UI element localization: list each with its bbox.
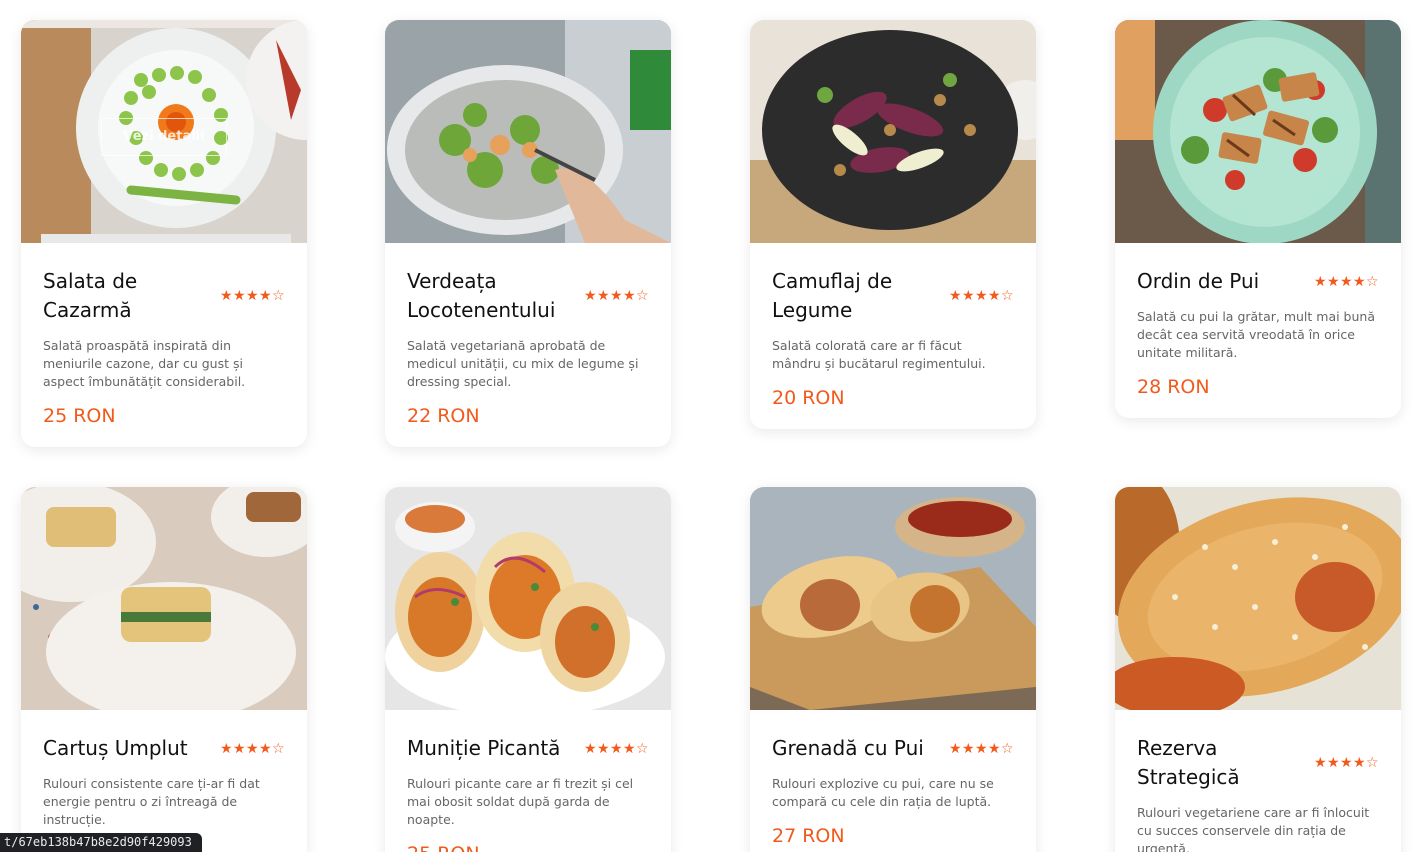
star-full-icon: ★: [233, 288, 247, 304]
product-image[interactable]: [1115, 20, 1401, 243]
star-full-icon: ★: [962, 288, 976, 304]
star-full-icon: ★: [259, 740, 273, 757]
product-price: 28 RON: [1137, 376, 1210, 398]
star-full-icon: ★: [584, 288, 598, 304]
menu-card[interactable]: Rezerva Strategică ★ ★ ★ ★ ☆ Rulouri vegetar…: [1115, 487, 1401, 852]
product-title: Camuflaj de Legume: [772, 269, 893, 322]
star-full-icon: ★: [246, 288, 260, 304]
menu-card[interactable]: Vezi detalii Salata de Cazarmă ★ ★ ★ ★ ☆ Sal…: [21, 20, 307, 447]
product-description: Rulouri picante care ar fi trezit și cel…: [407, 776, 634, 827]
star-full-icon: ★: [597, 740, 611, 757]
star-empty-icon: ☆: [272, 740, 286, 757]
star-full-icon: ★: [220, 288, 234, 304]
star-full-icon: ★: [988, 288, 1002, 304]
star-empty-icon: ☆: [1001, 740, 1015, 757]
product-price: 22 RON: [407, 405, 480, 427]
product-price: 25 RON: [43, 405, 116, 427]
star-full-icon: ★: [1340, 273, 1354, 290]
star-full-icon: ★: [962, 740, 976, 757]
menu-grid: Vezi detalii Salata de Cazarmă ★ ★ ★ ★ ☆ Sal…: [0, 0, 1415, 852]
menu-card[interactable]: Verdeața Locotenentului ★ ★ ★ ★ ☆ Salată veg…: [385, 20, 671, 447]
rating-stars: ★ ★ ★ ★ ☆: [584, 741, 649, 757]
product-title: Ordin de Pui: [1137, 269, 1260, 293]
star-full-icon: ★: [610, 288, 624, 304]
star-full-icon: ★: [1327, 273, 1341, 290]
rating-stars: ★ ★ ★ ★ ☆: [1314, 274, 1379, 290]
star-full-icon: ★: [220, 740, 234, 757]
product-image[interactable]: [750, 487, 1036, 710]
product-description: Salată vegetariană aprobată de medicul u…: [407, 338, 639, 389]
product-image[interactable]: [750, 20, 1036, 243]
star-full-icon: ★: [584, 740, 598, 757]
rating-stars: ★ ★ ★ ★ ☆: [220, 741, 285, 757]
product-description: Rulouri explozive cu pui, care nu se com…: [772, 776, 994, 809]
rating-stars: ★ ★ ★ ★ ☆: [584, 288, 649, 304]
product-image[interactable]: Vezi detalii: [21, 20, 307, 243]
product-image[interactable]: [1115, 487, 1401, 710]
rating-stars: ★ ★ ★ ★ ☆: [220, 288, 285, 304]
star-full-icon: ★: [975, 288, 989, 304]
product-title: Cartuș Umplut: [43, 736, 188, 760]
star-full-icon: ★: [597, 288, 611, 304]
product-description: Salată colorată care ar fi făcut mândru …: [772, 338, 986, 371]
product-price: 27 RON: [772, 825, 845, 847]
rating-stars: ★ ★ ★ ★ ☆: [1314, 755, 1379, 771]
star-full-icon: ★: [988, 740, 1002, 757]
star-full-icon: ★: [1327, 755, 1341, 771]
star-full-icon: ★: [259, 288, 273, 304]
star-empty-icon: ☆: [1366, 755, 1380, 771]
star-full-icon: ★: [246, 740, 260, 757]
menu-card[interactable]: Ordin de Pui ★ ★ ★ ★ ☆ Salată cu pui la grăt…: [1115, 20, 1401, 418]
star-full-icon: ★: [610, 740, 624, 757]
rating-stars: ★ ★ ★ ★ ☆: [949, 288, 1014, 304]
product-description: Rulouri consistente care ți-ar fi dat en…: [43, 776, 260, 827]
star-full-icon: ★: [1314, 755, 1328, 771]
product-price: 20 RON: [772, 387, 845, 409]
star-full-icon: ★: [1314, 273, 1328, 290]
product-title: Verdeața Locotenentului: [407, 269, 556, 322]
product-price: 25 RON: [407, 843, 649, 852]
star-full-icon: ★: [233, 740, 247, 757]
product-title: Grenadă cu Pui: [772, 736, 924, 760]
star-empty-icon: ☆: [272, 288, 286, 304]
product-title: Rezerva Strategică: [1137, 736, 1240, 789]
menu-card[interactable]: Cartuș Umplut ★ ★ ★ ★ ☆ Rulouri consistente …: [21, 487, 307, 852]
view-details-overlay[interactable]: Vezi detalii: [101, 118, 227, 156]
menu-card[interactable]: Camuflaj de Legume ★ ★ ★ ★ ☆ Salată colorată…: [750, 20, 1036, 429]
star-full-icon: ★: [949, 740, 963, 757]
menu-card[interactable]: Grenadă cu Pui ★ ★ ★ ★ ☆ Rulouri explozive c…: [750, 487, 1036, 852]
product-description: Salată proaspătă inspirată din meniurile…: [43, 338, 246, 389]
star-full-icon: ★: [623, 740, 637, 757]
star-full-icon: ★: [1353, 273, 1367, 290]
status-bar-url: t/67eb138b47b8e2d90f429093: [0, 833, 202, 852]
star-empty-icon: ☆: [1001, 288, 1015, 304]
star-empty-icon: ☆: [1366, 273, 1380, 290]
product-description: Salată cu pui la grătar, mult mai bună d…: [1137, 309, 1375, 360]
product-image[interactable]: [385, 20, 671, 243]
product-title: Muniție Picantă: [407, 736, 561, 760]
product-image[interactable]: [385, 487, 671, 710]
menu-card[interactable]: Muniție Picantă ★ ★ ★ ★ ☆ Rulouri picante ca…: [385, 487, 671, 852]
star-full-icon: ★: [1340, 755, 1354, 771]
star-full-icon: ★: [975, 740, 989, 757]
star-empty-icon: ☆: [636, 740, 650, 757]
rating-stars: ★ ★ ★ ★ ☆: [949, 741, 1014, 757]
product-title: Salata de Cazarmă: [43, 269, 138, 322]
star-full-icon: ★: [623, 288, 637, 304]
product-image[interactable]: [21, 487, 307, 710]
star-empty-icon: ☆: [636, 288, 650, 304]
product-description: Rulouri vegetariene care ar fi înlocuit …: [1137, 805, 1370, 852]
star-full-icon: ★: [949, 288, 963, 304]
star-full-icon: ★: [1353, 755, 1367, 771]
